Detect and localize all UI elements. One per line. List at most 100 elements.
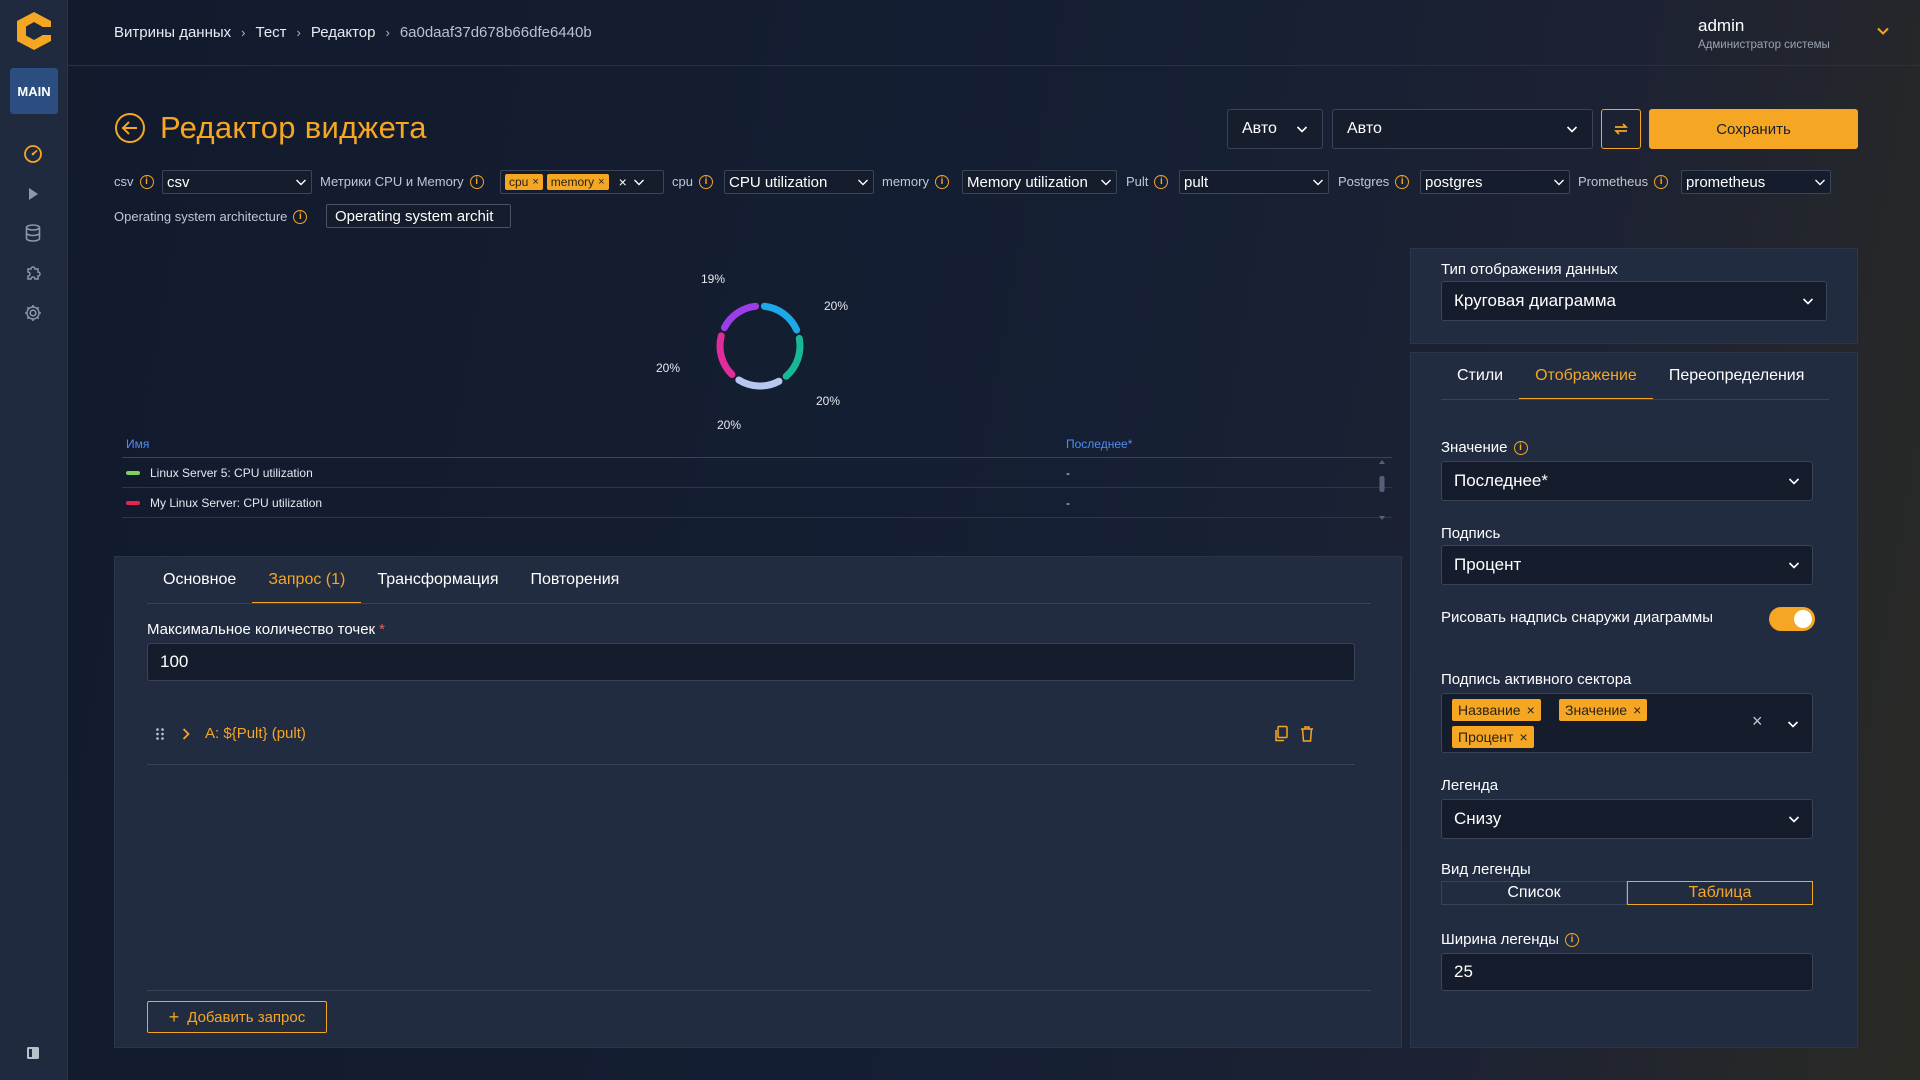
- display-type-panel: Тип отображения данных Круговая диаграмм…: [1410, 248, 1858, 344]
- tab-overrides[interactable]: Переопределения: [1653, 353, 1821, 399]
- value-select[interactable]: Последнее*: [1441, 461, 1813, 501]
- trash-icon[interactable]: [1299, 725, 1315, 743]
- query-name[interactable]: A: ${Pult} (pult): [205, 725, 306, 742]
- tag-label: Процент: [1458, 729, 1514, 745]
- chevron-right-icon[interactable]: [179, 727, 193, 741]
- tab-styles[interactable]: Стили: [1441, 353, 1519, 399]
- caption-select[interactable]: Процент: [1441, 545, 1813, 585]
- back-arrow-icon[interactable]: [114, 112, 146, 144]
- legend-view-label: Вид легенды: [1441, 861, 1531, 878]
- tab-repeats[interactable]: Повторения: [514, 557, 635, 603]
- info-icon[interactable]: i: [1513, 440, 1528, 455]
- var-postgres-label: Postgres i: [1338, 174, 1410, 189]
- active-sector-multiselect[interactable]: Название × Значение × Процент × ×: [1441, 693, 1813, 753]
- legend-view-list[interactable]: Список: [1441, 881, 1627, 905]
- pie-slice[interactable]: [720, 302, 760, 332]
- chevron-down-icon: [1296, 126, 1308, 133]
- info-icon[interactable]: i: [139, 174, 154, 189]
- query-row[interactable]: A: ${Pult} (pult): [147, 705, 1355, 765]
- breadcrumb-item[interactable]: Тест: [256, 24, 287, 41]
- var-pult-select[interactable]: pult: [1179, 170, 1329, 194]
- drag-handle-icon[interactable]: [153, 727, 167, 741]
- panel-toggle-icon[interactable]: [22, 1042, 44, 1064]
- dashboard-icon[interactable]: [22, 143, 44, 165]
- database-icon[interactable]: [22, 222, 44, 244]
- pie-slice[interactable]: [760, 302, 801, 334]
- chevron-down-icon: [1815, 179, 1825, 186]
- pie-slice[interactable]: [716, 332, 736, 379]
- remove-chip-icon[interactable]: ×: [532, 176, 538, 188]
- table-row[interactable]: Linux Server 5: CPU utilization -: [122, 458, 1392, 488]
- settings-icon[interactable]: [22, 302, 44, 324]
- column-header-name[interactable]: Имя: [122, 437, 1066, 451]
- pie-slice[interactable]: [782, 334, 804, 380]
- display-type-select[interactable]: Круговая диаграмма: [1441, 281, 1827, 321]
- table-scrollbar[interactable]: [1378, 460, 1386, 520]
- column-header-last[interactable]: Последнее*: [1066, 437, 1392, 451]
- metric-chip: memory ×: [546, 174, 609, 190]
- value-select-value: Последнее*: [1454, 471, 1549, 490]
- tab-transformation[interactable]: Трансформация: [361, 557, 514, 603]
- refresh-icon: [1613, 123, 1629, 135]
- plugin-icon[interactable]: [22, 262, 44, 284]
- remove-tag-icon[interactable]: ×: [1527, 702, 1535, 718]
- chevron-down-icon: [1566, 126, 1578, 133]
- play-icon[interactable]: [22, 183, 44, 205]
- settings-tabs: Стили Отображение Переопределения: [1441, 353, 1821, 400]
- add-query-button[interactable]: + Добавить запрос: [147, 1001, 327, 1033]
- var-cpu-select[interactable]: CPU utilization: [724, 170, 874, 194]
- series-name: Linux Server 5: CPU utilization: [150, 465, 313, 480]
- legend-select[interactable]: Снизу: [1441, 799, 1813, 839]
- info-icon[interactable]: i: [934, 174, 949, 189]
- var-label-text: Метрики CPU и Memory: [320, 174, 464, 189]
- refresh-button[interactable]: [1601, 109, 1641, 149]
- breadcrumb-separator-icon: ›: [241, 25, 246, 40]
- info-icon[interactable]: i: [1154, 174, 1169, 189]
- outside-label-toggle[interactable]: [1769, 607, 1815, 631]
- tab-display[interactable]: Отображение: [1519, 353, 1653, 400]
- tab-main[interactable]: Основное: [147, 557, 252, 603]
- panel-divider: [147, 990, 1371, 991]
- var-prometheus-select[interactable]: prometheus: [1681, 170, 1831, 194]
- remove-chip-icon[interactable]: ×: [598, 176, 604, 188]
- max-points-input[interactable]: 100: [147, 643, 1355, 681]
- save-button[interactable]: Сохранить: [1649, 109, 1858, 149]
- user-menu[interactable]: admin Администратор системы: [1698, 16, 1889, 51]
- info-icon[interactable]: i: [698, 174, 713, 189]
- info-icon[interactable]: i: [1395, 174, 1410, 189]
- breadcrumb-separator-icon: ›: [296, 25, 301, 40]
- legend-table: Имя Последнее* Linux Server 5: CPU utili…: [122, 430, 1392, 518]
- legend-width-input[interactable]: 25: [1441, 953, 1813, 991]
- legend-view-table[interactable]: Таблица: [1627, 881, 1813, 905]
- info-icon[interactable]: i: [469, 174, 484, 189]
- remove-tag-icon[interactable]: ×: [1633, 702, 1641, 718]
- remove-tag-icon[interactable]: ×: [1519, 729, 1527, 745]
- breadcrumb-item[interactable]: Витрины данных: [114, 24, 231, 41]
- breadcrumb-item[interactable]: Редактор: [311, 24, 376, 41]
- pie-slice[interactable]: [735, 376, 783, 390]
- info-icon[interactable]: i: [293, 209, 308, 224]
- var-memory-select[interactable]: Memory utilization: [962, 170, 1117, 194]
- tab-query[interactable]: Запрос (1): [252, 557, 362, 604]
- info-icon[interactable]: i: [1565, 932, 1580, 947]
- clear-icon[interactable]: ×: [619, 174, 627, 190]
- info-icon[interactable]: i: [1654, 174, 1669, 189]
- var-os-select[interactable]: Operating system archit: [326, 204, 511, 228]
- var-metrics-label: Метрики CPU и Memory i: [320, 174, 484, 189]
- var-metrics-multiselect[interactable]: cpu × memory × ×: [500, 170, 664, 194]
- table-row[interactable]: My Linux Server: CPU utilization -: [122, 488, 1392, 518]
- logo-icon[interactable]: [13, 10, 55, 52]
- chevron-down-icon[interactable]: [1876, 24, 1890, 38]
- clear-icon[interactable]: ×: [1752, 711, 1763, 732]
- var-postgres-select[interactable]: postgres: [1420, 170, 1570, 194]
- refresh-interval-select[interactable]: Авто: [1332, 109, 1593, 149]
- var-csv-select[interactable]: csv: [162, 170, 312, 194]
- workspace-badge[interactable]: MAIN: [10, 68, 58, 114]
- slice-label: 19%: [701, 272, 726, 286]
- legend-width-label: Ширина легенды i: [1441, 931, 1580, 948]
- time-range-select[interactable]: Авто: [1227, 109, 1323, 149]
- chevron-down-icon[interactable]: [1787, 718, 1799, 730]
- var-label-text: memory: [882, 174, 929, 189]
- copy-icon[interactable]: [1273, 725, 1289, 743]
- var-value: prometheus: [1686, 173, 1766, 191]
